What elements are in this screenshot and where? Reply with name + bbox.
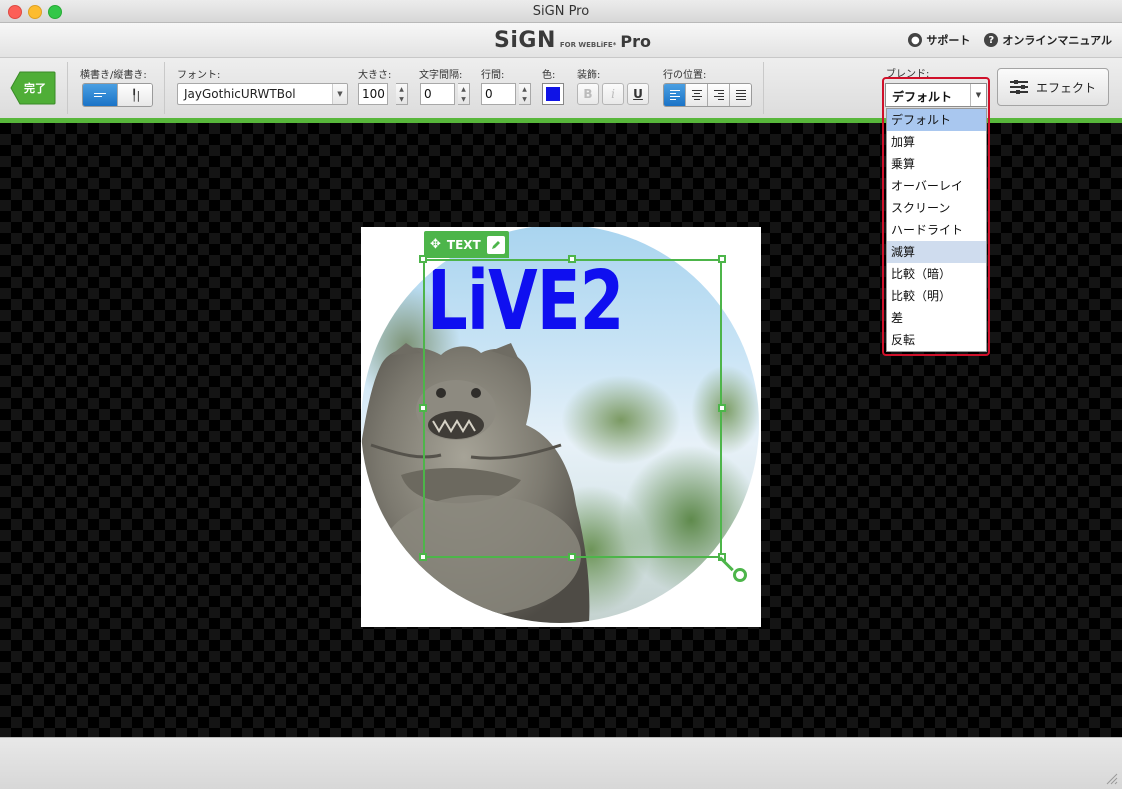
bottom-status-bar xyxy=(0,737,1122,789)
alignment-label: 行の位置: xyxy=(663,70,707,81)
app-window: SiGN Pro SiGN FOR WEBLiFE* Pro ● サポート ? … xyxy=(0,0,1122,789)
text-selection-box[interactable] xyxy=(423,259,722,558)
bold-button[interactable]: B xyxy=(577,83,599,105)
toolbar-divider xyxy=(164,62,165,114)
align-right-button[interactable] xyxy=(708,84,730,106)
rotate-handle[interactable] xyxy=(733,568,747,582)
alignment-toggle xyxy=(663,83,752,107)
window-title: SiGN Pro xyxy=(532,4,590,19)
blend-option-default[interactable]: デフォルト xyxy=(887,109,986,131)
vertical-writing-button[interactable]: ╿| xyxy=(118,84,152,106)
title-bar: SiGN Pro xyxy=(0,0,1122,23)
line-spacing-stepper[interactable]: ▲ ▼ xyxy=(519,83,531,105)
letter-spacing-stepper[interactable]: ▲ ▼ xyxy=(458,83,470,105)
text-tag-label: TEXT xyxy=(446,237,481,252)
decoration-buttons: B i U xyxy=(577,83,649,105)
blend-select-value: デフォルト xyxy=(892,90,953,104)
orientation-toggle: ╿| xyxy=(82,83,153,107)
resize-handle-bottom[interactable] xyxy=(568,553,576,561)
blend-option-lighten[interactable]: 比較（明） xyxy=(887,285,986,307)
effect-button-label: エフェクト xyxy=(1035,80,1096,95)
align-center-button[interactable] xyxy=(686,84,708,106)
effect-button[interactable]: エフェクト xyxy=(997,68,1109,106)
align-right-icon xyxy=(713,90,724,100)
logo-pro-text: Pro xyxy=(620,32,651,51)
color-label: 色: xyxy=(542,70,556,81)
pencil-icon[interactable] xyxy=(486,235,505,254)
app-logo: SiGN FOR WEBLiFE* Pro xyxy=(494,28,651,53)
align-justify-button[interactable] xyxy=(730,84,751,106)
user-icon: ● xyxy=(908,33,923,47)
blend-option-hard-light[interactable]: ハードライト xyxy=(887,219,986,241)
support-link[interactable]: ● サポート xyxy=(908,32,970,48)
done-label: 完了 xyxy=(24,82,46,95)
blend-option-multiply[interactable]: 乗算 xyxy=(887,153,986,175)
letter-spacing-label: 文字間隔: xyxy=(419,70,463,81)
font-select-value: JayGothicURWTBol xyxy=(184,87,296,101)
blend-option-difference[interactable]: 差 xyxy=(887,307,986,329)
logo-sub-text: FOR WEBLiFE* xyxy=(559,41,617,49)
font-label: フォント: xyxy=(177,70,221,81)
color-preview xyxy=(546,87,560,101)
font-select[interactable]: JayGothicURWTBol ▼ xyxy=(177,83,348,105)
size-stepper[interactable]: ▲ ▼ xyxy=(396,83,408,105)
done-button[interactable]: 完了 xyxy=(10,71,56,105)
blend-option-screen[interactable]: スクリーン xyxy=(887,197,986,219)
blend-option-invert[interactable]: 反転 xyxy=(887,329,986,351)
letter-spacing-input[interactable]: 0 xyxy=(420,83,455,105)
text-color-swatch[interactable] xyxy=(542,83,564,105)
app-header: SiGN FOR WEBLiFE* Pro ● サポート ? オンラインマニュア… xyxy=(0,23,1122,58)
blend-dropdown-menu: デフォルト 加算 乗算 オーバーレイ スクリーン ハードライト 減算 比較（暗）… xyxy=(886,108,987,352)
support-link-label: サポート xyxy=(926,34,971,47)
text-layer-tag[interactable]: ✥ TEXT xyxy=(424,231,509,258)
online-manual-link[interactable]: ? オンラインマニュアル xyxy=(984,32,1112,48)
align-left-icon xyxy=(669,90,680,100)
italic-button[interactable]: i xyxy=(602,83,624,105)
toolbar-divider xyxy=(67,62,68,114)
blend-select[interactable]: デフォルト ▼ xyxy=(885,83,987,107)
align-center-icon xyxy=(691,90,702,100)
blend-option-add[interactable]: 加算 xyxy=(887,131,986,153)
horizontal-writing-button[interactable] xyxy=(83,84,118,106)
blend-option-darken[interactable]: 比較（暗） xyxy=(887,263,986,285)
blend-option-subtract[interactable]: 減算 xyxy=(887,241,986,263)
chevron-down-icon: ▼ xyxy=(970,84,986,106)
horizontal-text-icon xyxy=(94,93,106,97)
help-links: ● サポート ? オンラインマニュアル xyxy=(908,32,1112,48)
line-spacing-input[interactable]: 0 xyxy=(481,83,516,105)
resize-handle-top[interactable] xyxy=(568,255,576,263)
align-left-button[interactable] xyxy=(664,84,686,106)
resize-grip-icon[interactable] xyxy=(1104,771,1118,785)
decoration-label: 装飾: xyxy=(577,70,601,81)
question-icon: ? xyxy=(984,33,999,47)
orientation-label: 横書き/縦書き: xyxy=(80,70,147,81)
toolbar-divider xyxy=(763,62,764,114)
underline-button[interactable]: U xyxy=(627,83,649,105)
line-spacing-label: 行間: xyxy=(481,70,505,81)
size-label: 大きさ: xyxy=(358,70,392,81)
chevron-down-icon: ▼ xyxy=(332,84,347,104)
size-input[interactable]: 100 xyxy=(358,83,388,105)
resize-handle-left[interactable] xyxy=(419,404,427,412)
resize-handle-bottom-left[interactable] xyxy=(419,553,427,561)
align-justify-icon xyxy=(735,90,746,100)
online-manual-label: オンラインマニュアル xyxy=(1002,34,1112,47)
vertical-text-icon: ╿| xyxy=(130,88,140,102)
resize-handle-right[interactable] xyxy=(718,404,726,412)
resize-handle-top-right[interactable] xyxy=(718,255,726,263)
sliders-icon xyxy=(1009,80,1028,94)
resize-handle-top-left[interactable] xyxy=(419,255,427,263)
move-icon: ✥ xyxy=(430,237,441,252)
blend-option-overlay[interactable]: オーバーレイ xyxy=(887,175,986,197)
logo-main-text: SiGN xyxy=(494,28,556,53)
